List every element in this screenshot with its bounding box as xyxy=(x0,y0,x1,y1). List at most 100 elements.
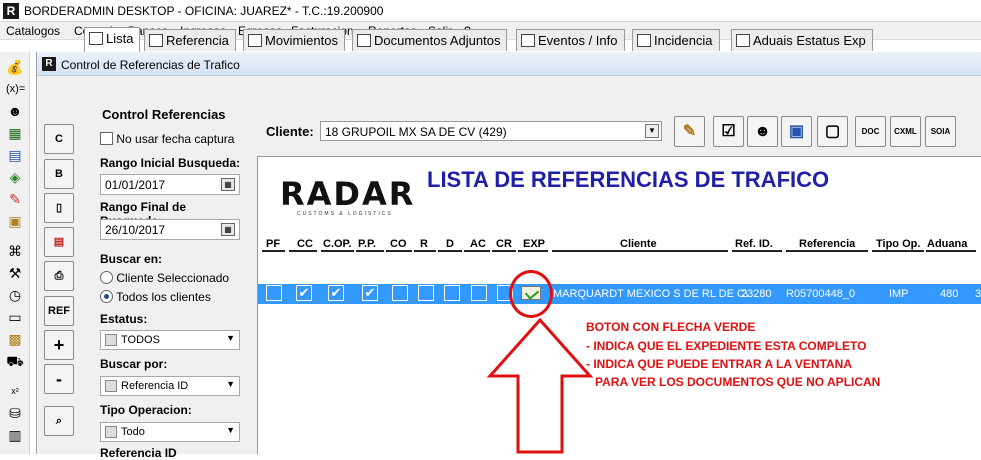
truck-icon[interactable]: ⛟ xyxy=(6,352,24,370)
header-underline xyxy=(552,250,728,252)
tab-label: Eventos / Info xyxy=(538,33,618,48)
formula-icon[interactable]: (x)= xyxy=(6,80,25,98)
col-pf[interactable]: PF xyxy=(266,238,280,250)
clock-icon[interactable]: ◷ xyxy=(6,286,24,304)
report-button[interactable]: ▤ xyxy=(44,227,74,257)
col-pp[interactable]: P.P. xyxy=(358,238,376,250)
tab-documentos-adjuntos[interactable]: Documentos Adjuntos xyxy=(352,29,508,51)
tab-label: Lista xyxy=(106,31,134,46)
cash-icon[interactable]: ◈ xyxy=(6,168,24,186)
col-aduana[interactable]: Aduana xyxy=(927,238,967,250)
radar-logo-subtitle: CUSTOMS & LOGISTICS xyxy=(297,211,393,217)
doc-button[interactable]: DOC xyxy=(855,116,886,147)
checkbox-button[interactable]: ☑ xyxy=(713,116,744,147)
print-button[interactable]: ⎙ xyxy=(44,261,74,291)
database-icon[interactable]: ⛁ xyxy=(6,404,24,422)
agent-button[interactable]: ☻ xyxy=(747,116,778,147)
row-ref-id: 23280 xyxy=(741,288,772,300)
money-bag-icon[interactable]: 💰 xyxy=(6,58,24,76)
col-cc[interactable]: CC xyxy=(297,238,313,250)
co-checkbox[interactable] xyxy=(392,285,408,301)
radio-selected-client[interactable]: Cliente Seleccionado xyxy=(100,271,229,285)
tab-referencia[interactable]: Referencia xyxy=(144,29,236,51)
row-aduana: 480 xyxy=(940,288,959,300)
col-cliente[interactable]: Cliente xyxy=(620,238,657,250)
panel-title: Control Referencias xyxy=(102,107,226,122)
tab-label: Incidencia xyxy=(654,33,713,48)
col-tipo-op[interactable]: Tipo Op. xyxy=(876,238,920,250)
status-select[interactable]: TODOS ▼ xyxy=(100,330,240,350)
chevron-down-icon: ▼ xyxy=(226,379,235,389)
magnifier-icon: ⌕ xyxy=(55,415,63,427)
radio-button[interactable] xyxy=(100,271,113,284)
col-cr[interactable]: CR xyxy=(496,238,512,250)
client-select[interactable]: 18 GRUPOIL MX SA DE CV (429) ▼ xyxy=(320,121,662,141)
end-date-field[interactable]: 26/10/2017 ▦ xyxy=(100,219,240,240)
tab-eventos-info[interactable]: Eventos / Info xyxy=(516,29,625,51)
math-icon[interactable]: x² xyxy=(6,382,24,400)
key-button[interactable]: ✎ xyxy=(674,116,705,147)
scroll-c-button[interactable]: C xyxy=(44,124,74,154)
no-date-checkbox[interactable] xyxy=(100,132,113,145)
pen-icon[interactable]: ✎ xyxy=(6,190,24,208)
ref-button[interactable]: REF xyxy=(44,296,74,326)
network-icon[interactable]: ⌘ xyxy=(6,242,24,260)
control-referencias-panel: Control Referencias No usar fecha captur… xyxy=(92,104,248,460)
header-underline xyxy=(262,250,285,252)
search-doc-button[interactable]: ⌕ xyxy=(44,406,74,436)
col-co[interactable]: CO xyxy=(390,238,407,250)
radio-label: Todos los clientes xyxy=(116,290,211,304)
calendar-icon[interactable]: ▦ xyxy=(221,178,235,191)
tool-icon[interactable]: ⚒ xyxy=(6,264,24,282)
tab-movimientos[interactable]: Movimientos xyxy=(243,29,345,51)
search-by-label: Buscar por: xyxy=(100,357,168,371)
calendar-icon[interactable]: ▦ xyxy=(221,223,235,236)
radio-button[interactable] xyxy=(100,290,113,303)
annotation-line-1: BOTON CON FLECHA VERDE xyxy=(586,320,756,334)
tab-lista[interactable]: Lista xyxy=(84,27,141,52)
col-d[interactable]: D xyxy=(446,238,454,250)
no-date-option[interactable]: No usar fecha captura xyxy=(100,132,234,146)
col-exp[interactable]: EXP xyxy=(523,238,545,250)
calendar-icon[interactable]: ▣ xyxy=(6,212,24,230)
col-cop[interactable]: C.OP. xyxy=(323,238,352,250)
radio-all-clients[interactable]: Todos los clientes xyxy=(100,290,211,304)
chip-icon[interactable]: ▩ xyxy=(6,330,24,348)
ac-checkbox[interactable] xyxy=(471,285,487,301)
scroll-b-button[interactable]: B xyxy=(44,159,74,189)
col-r[interactable]: R xyxy=(420,238,428,250)
end-date-value: 26/10/2017 xyxy=(105,223,166,237)
remove-button[interactable]: - xyxy=(44,364,74,394)
chart-icon[interactable]: ▥ xyxy=(6,426,24,444)
pf-checkbox[interactable] xyxy=(266,285,282,301)
cc-checkbox[interactable]: ✔ xyxy=(296,285,312,301)
col-ac[interactable]: AC xyxy=(470,238,486,250)
windows-button[interactable]: ▣ xyxy=(781,116,812,147)
d-checkbox[interactable] xyxy=(444,285,460,301)
no-date-label: No usar fecha captura xyxy=(116,132,235,146)
row-tipo-op: IMP xyxy=(889,288,909,300)
op-type-select[interactable]: Todo ▼ xyxy=(100,422,240,442)
soia-button[interactable]: SOIA xyxy=(925,116,956,147)
scroll-button[interactable]: ▯ xyxy=(44,193,74,223)
header-underline xyxy=(438,250,462,252)
cxml-button[interactable]: CXML xyxy=(890,116,921,147)
person-icon[interactable]: ☻ xyxy=(6,102,24,120)
col-ref-id[interactable]: Ref. ID. xyxy=(735,238,773,250)
folder-icon[interactable]: ▭ xyxy=(6,308,24,326)
shape-button[interactable]: ▢ xyxy=(817,116,848,147)
col-referencia[interactable]: Referencia xyxy=(799,238,855,250)
scroll-icon: ▯ xyxy=(55,202,63,214)
add-button[interactable]: + xyxy=(44,330,74,360)
start-date-field[interactable]: 01/01/2017 ▦ xyxy=(100,174,240,195)
search-by-select[interactable]: Referencia ID ▼ xyxy=(100,376,240,396)
pp-checkbox[interactable]: ✔ xyxy=(362,285,378,301)
cop-checkbox[interactable]: ✔ xyxy=(328,285,344,301)
tab-incidencia[interactable]: Incidencia xyxy=(632,29,720,51)
r-checkbox[interactable] xyxy=(418,285,434,301)
calculator-icon[interactable]: ▦ xyxy=(6,124,24,142)
op-type-value: Todo xyxy=(121,426,145,438)
tab-aduais-estatus-exp[interactable]: Aduais Estatus Exp xyxy=(731,29,873,51)
document-icon[interactable]: ▤ xyxy=(6,146,24,164)
menu-catalogos[interactable]: Catalogos xyxy=(6,24,60,38)
